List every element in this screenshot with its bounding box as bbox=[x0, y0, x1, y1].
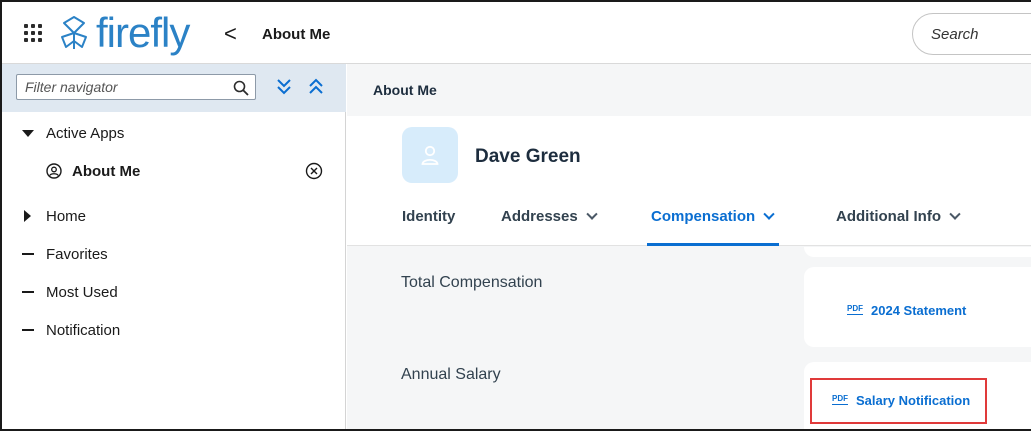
shell-bar: firefly < About Me bbox=[2, 2, 1031, 64]
chevron-down-icon bbox=[763, 208, 775, 220]
main-content: About Me Dave Green Identity Addresses C… bbox=[347, 64, 1031, 429]
collapse-all-icon[interactable] bbox=[308, 77, 324, 97]
avatar bbox=[402, 127, 458, 183]
tab-additional-info[interactable]: Additional Info bbox=[836, 208, 961, 246]
section-tabs: Identity Addresses Compensation Addition… bbox=[347, 194, 1031, 246]
nav-item-most-used[interactable]: Most Used bbox=[2, 279, 346, 305]
app-title: About Me bbox=[262, 26, 331, 43]
person-circle-icon bbox=[46, 163, 62, 179]
expanded-caret-icon[interactable] bbox=[20, 125, 36, 141]
app-launcher-icon[interactable] bbox=[24, 24, 44, 44]
previous-card-edge bbox=[804, 247, 1031, 257]
navigator-toolbar bbox=[2, 64, 346, 112]
statement-link[interactable]: PDF 2024 Statement bbox=[847, 303, 966, 318]
nav-item-label: About Me bbox=[72, 162, 141, 180]
filter-navigator-field[interactable] bbox=[16, 74, 256, 100]
nav-item-label: Active Apps bbox=[46, 124, 125, 142]
person-icon bbox=[421, 145, 439, 165]
side-navigator: Active Apps About Me Home Favorites bbox=[2, 64, 346, 429]
nav-item-label: Notification bbox=[46, 321, 121, 339]
dash-icon bbox=[20, 246, 36, 262]
nav-item-favorites[interactable]: Favorites bbox=[2, 241, 346, 267]
filter-navigator-input[interactable] bbox=[25, 79, 205, 95]
section-label-total-compensation: Total Compensation bbox=[401, 274, 543, 291]
search-icon[interactable] bbox=[232, 79, 250, 97]
tab-label: Compensation bbox=[651, 208, 756, 225]
link-label: 2024 Statement bbox=[871, 303, 967, 318]
firefly-logo[interactable]: firefly bbox=[54, 9, 190, 56]
total-compensation-card: PDF 2024 Statement bbox=[804, 267, 1031, 347]
breadcrumb[interactable]: About Me bbox=[373, 82, 437, 98]
highlight-box bbox=[810, 378, 987, 424]
dash-icon bbox=[20, 322, 36, 338]
chevron-down-icon bbox=[949, 208, 961, 220]
back-button[interactable]: < bbox=[224, 23, 237, 45]
nav-item-about-me[interactable]: About Me bbox=[2, 158, 346, 184]
profile-header: Dave Green Identity Addresses Compensati… bbox=[347, 116, 1031, 246]
nav-item-notification[interactable]: Notification bbox=[2, 317, 346, 343]
close-app-icon[interactable] bbox=[305, 162, 323, 180]
tab-label: Additional Info bbox=[836, 208, 941, 225]
app-window: firefly < About Me Search Filter navigat… bbox=[0, 0, 1031, 431]
tab-label: Addresses bbox=[501, 208, 578, 225]
tab-compensation[interactable]: Compensation bbox=[646, 208, 780, 246]
tab-addresses[interactable]: Addresses bbox=[501, 208, 598, 246]
collapsed-caret-icon[interactable] bbox=[20, 208, 36, 224]
tab-label: Identity bbox=[402, 208, 456, 225]
nav-item-label: Most Used bbox=[46, 283, 118, 301]
breadcrumb-bar: About Me bbox=[347, 64, 1031, 116]
expand-all-icon[interactable] bbox=[276, 77, 292, 97]
dash-icon bbox=[20, 284, 36, 300]
search-input[interactable] bbox=[931, 26, 1031, 43]
nav-item-label: Favorites bbox=[46, 245, 108, 263]
nav-item-home[interactable]: Home bbox=[2, 203, 346, 229]
person-name: Dave Green bbox=[475, 146, 581, 167]
pdf-icon: PDF bbox=[847, 303, 863, 315]
global-search[interactable] bbox=[912, 13, 1031, 55]
firefly-logo-icon bbox=[61, 16, 87, 49]
nav-item-label: Home bbox=[46, 207, 87, 225]
tab-identity[interactable]: Identity bbox=[402, 208, 455, 246]
nav-item-active-apps[interactable]: Active Apps bbox=[2, 120, 346, 146]
section-label-annual-salary: Annual Salary bbox=[401, 366, 501, 383]
chevron-down-icon bbox=[586, 208, 598, 220]
brand-name: firefly bbox=[96, 9, 190, 56]
